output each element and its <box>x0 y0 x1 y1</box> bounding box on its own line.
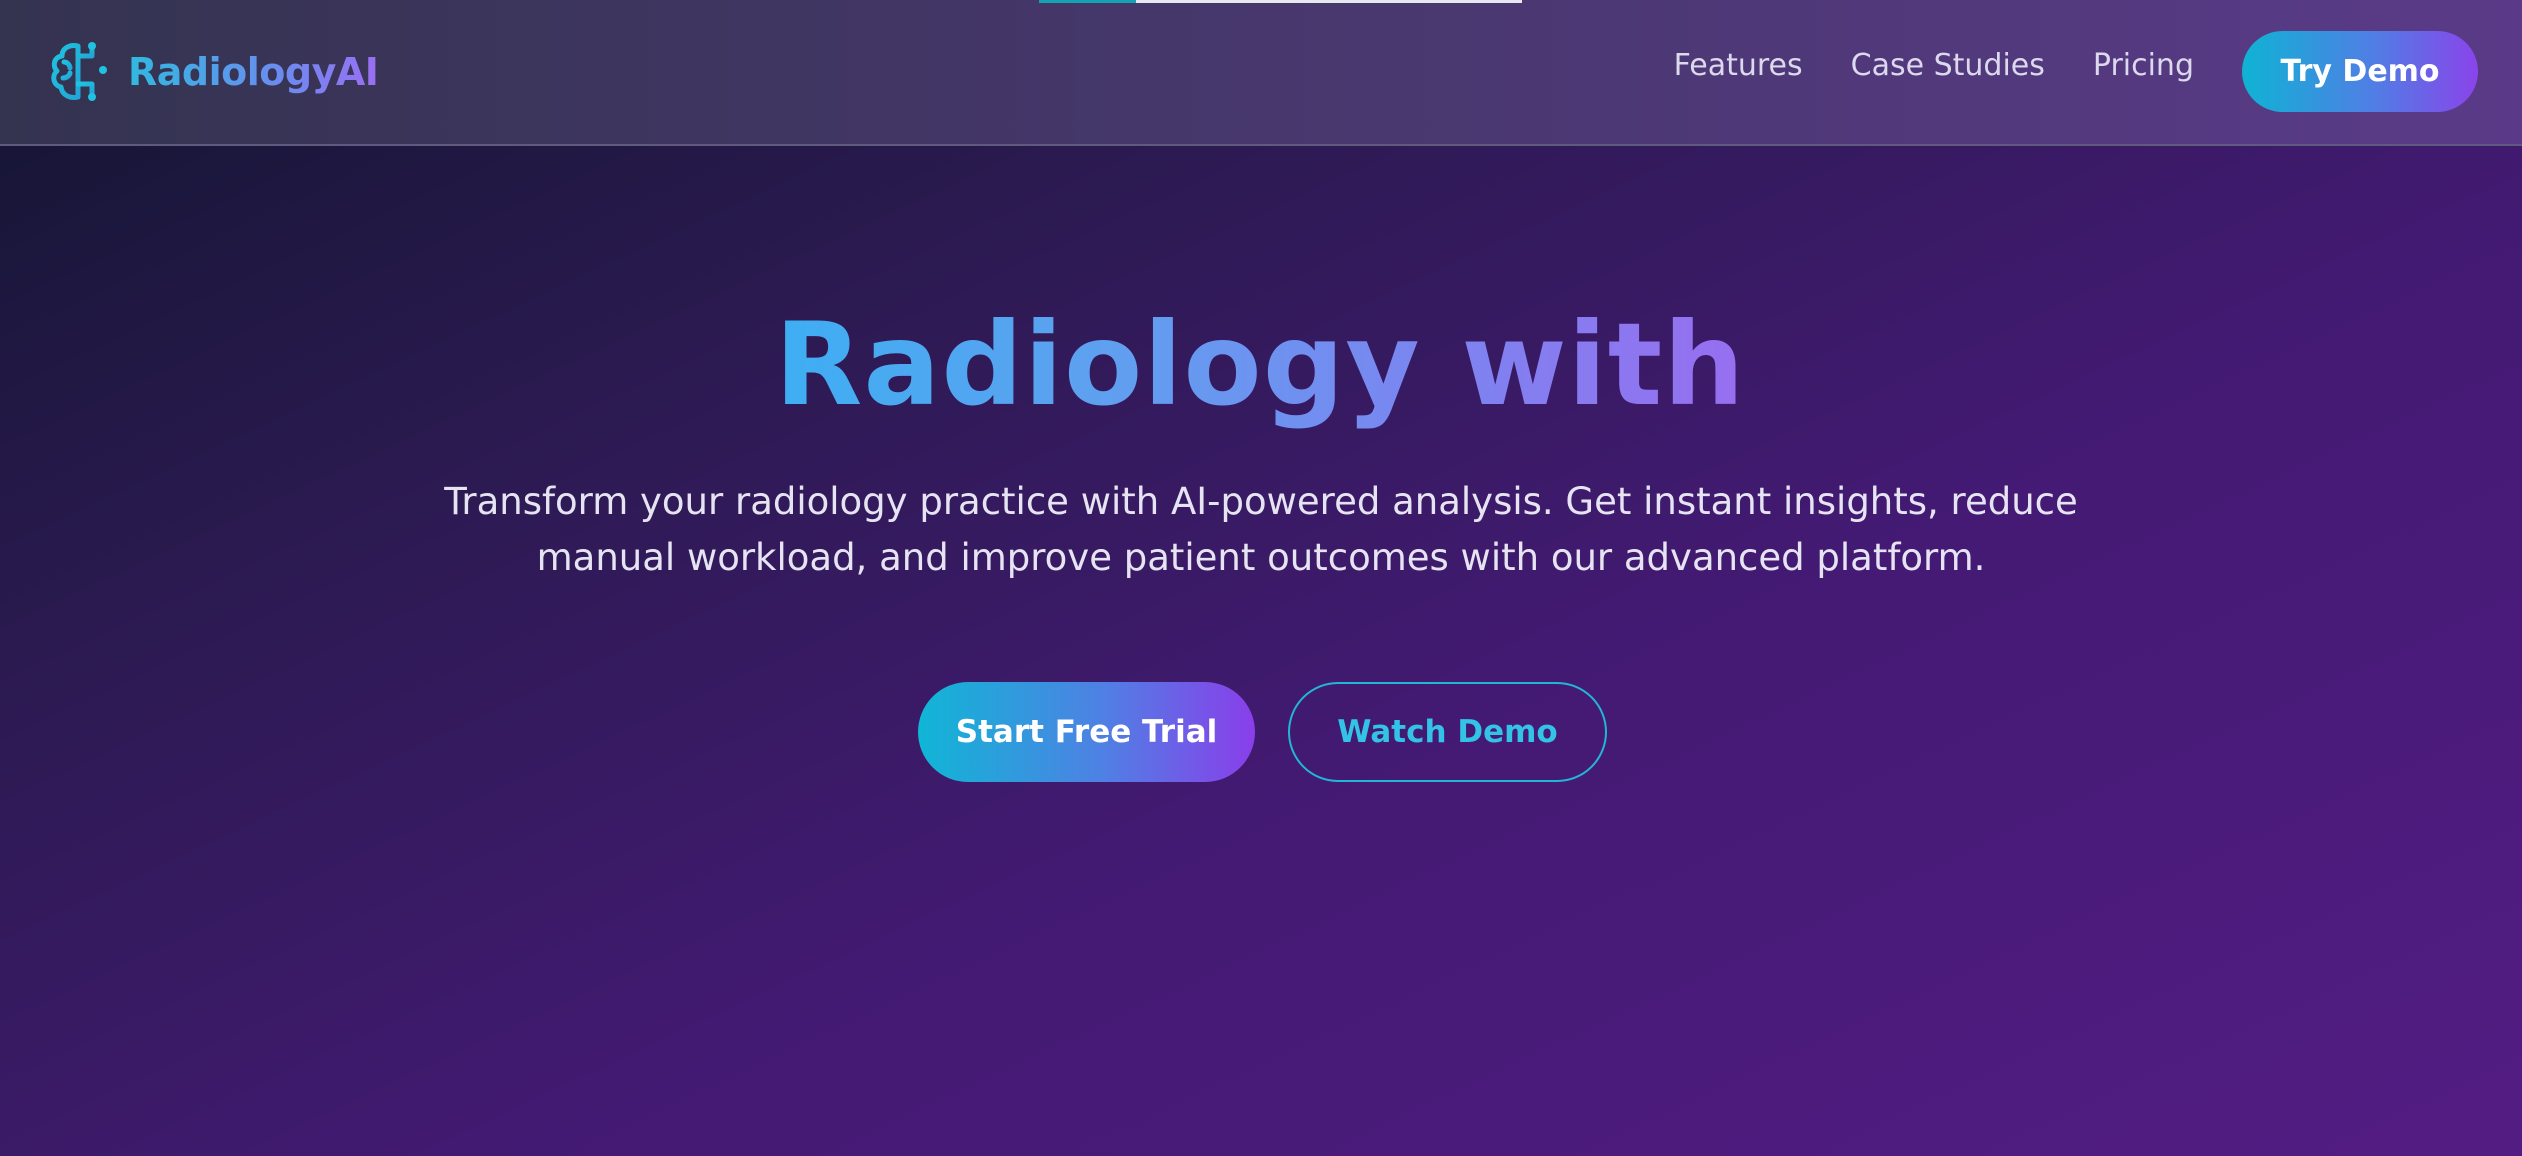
nav-pricing[interactable]: Pricing <box>2093 48 2194 83</box>
top-navbar: RadiologyAI Features Case Studies Pricin… <box>0 0 2522 146</box>
try-demo-button[interactable]: Try Demo <box>2242 31 2478 112</box>
hero-subtitle: Transform your radiology practice with A… <box>444 480 2078 579</box>
page-load-progress-fill <box>1039 0 1136 3</box>
brain-circuit-icon <box>51 42 107 101</box>
start-free-trial-button[interactable]: Start Free Trial <box>918 682 1255 782</box>
brand-name: RadiologyAI <box>128 50 379 94</box>
hero-title: Radiology with AI <box>740 300 1780 430</box>
page-load-progress-bar <box>1039 0 1522 3</box>
brand-logo[interactable]: RadiologyAI <box>48 40 379 104</box>
nav-case-studies[interactable]: Case Studies <box>1851 48 2045 83</box>
hero-title-container: Radiology with AI <box>740 300 1780 430</box>
watch-demo-button[interactable]: Watch Demo <box>1288 682 1607 782</box>
nav-features[interactable]: Features <box>1674 48 1803 83</box>
main-nav: Features Case Studies Pricing <box>1674 48 2194 83</box>
